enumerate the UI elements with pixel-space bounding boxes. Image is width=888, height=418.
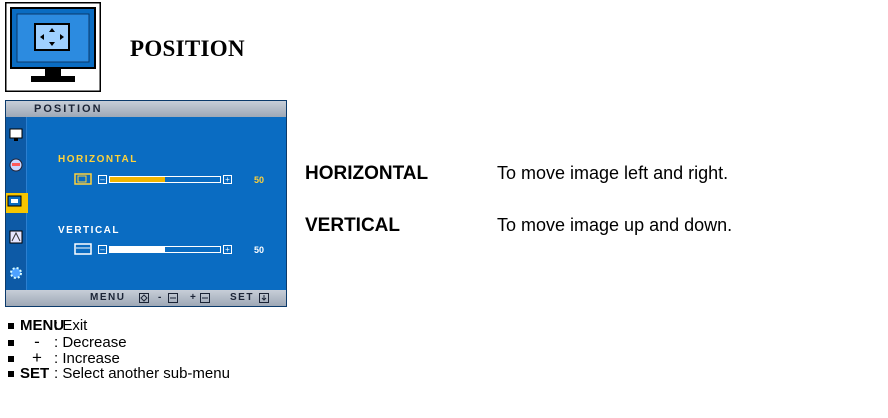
horizontal-plus-box[interactable]: + — [223, 175, 232, 184]
footer-minus-label: - — [158, 292, 163, 303]
horizontal-description: To move image left and right. — [497, 163, 729, 183]
osd-panel: POSITION HORIZONTAL – + 50 VERTICAL – + … — [5, 100, 287, 307]
osd-vertical-label: VERTICAL — [58, 225, 120, 236]
osd-horizontal-label: HORIZONTAL — [58, 154, 138, 165]
vertical-slider[interactable] — [109, 246, 221, 253]
osd-sidebar — [6, 117, 28, 292]
horizontal-position-icon — [74, 173, 92, 185]
picture-icon[interactable] — [8, 127, 24, 143]
monitor-position-icon — [5, 2, 101, 92]
minus-key-icon[interactable] — [168, 293, 178, 303]
plus-key-icon[interactable] — [200, 293, 210, 303]
vertical-minus-box[interactable]: – — [98, 245, 107, 254]
vertical-plus-box[interactable]: + — [223, 245, 232, 254]
set-key-icon[interactable] — [259, 293, 269, 303]
position-icon — [7, 195, 22, 207]
bullet-icon — [8, 356, 14, 363]
vertical-description: To move image up and down. — [497, 215, 733, 235]
footer-plus-label: + — [190, 292, 198, 303]
vertical-term: VERTICAL — [305, 215, 400, 236]
legend-item: +: Increase — [6, 348, 230, 367]
bullet-icon — [8, 371, 14, 378]
page-title: POSITION — [130, 36, 245, 61]
key-legend: MENU: Exit -: Decrease +: Increase SET: … — [6, 318, 230, 382]
legend-item: SET: Select another sub-menu — [6, 366, 230, 382]
horizontal-term: HORIZONTAL — [305, 163, 429, 184]
vertical-position-icon — [74, 243, 92, 255]
tracking-icon[interactable] — [8, 229, 24, 245]
horizontal-slider[interactable] — [109, 176, 221, 183]
setup-icon[interactable] — [8, 265, 24, 281]
horizontal-minus-box[interactable]: – — [98, 175, 107, 184]
legend-key: SET — [20, 365, 50, 382]
color-icon[interactable] — [8, 157, 24, 173]
footer-set-label: SET — [230, 292, 254, 303]
horizontal-value: 50 — [254, 175, 265, 185]
osd-title: POSITION — [6, 101, 286, 117]
vertical-slider-fill — [110, 247, 165, 252]
legend-text: : Exit — [54, 317, 88, 334]
position-tab-icon[interactable] — [6, 193, 28, 213]
horizontal-slider-fill — [110, 177, 165, 182]
legend-text: : Decrease — [54, 334, 127, 351]
legend-key: + — [32, 348, 42, 367]
bullet-icon — [8, 323, 14, 330]
bullet-icon — [8, 340, 14, 347]
vertical-value: 50 — [254, 245, 265, 255]
osd-footer: MENU - + SET — [6, 290, 286, 306]
legend-text: : Select another sub-menu — [54, 365, 230, 382]
footer-menu-label: MENU — [90, 292, 126, 303]
menu-key-icon[interactable] — [139, 293, 149, 303]
